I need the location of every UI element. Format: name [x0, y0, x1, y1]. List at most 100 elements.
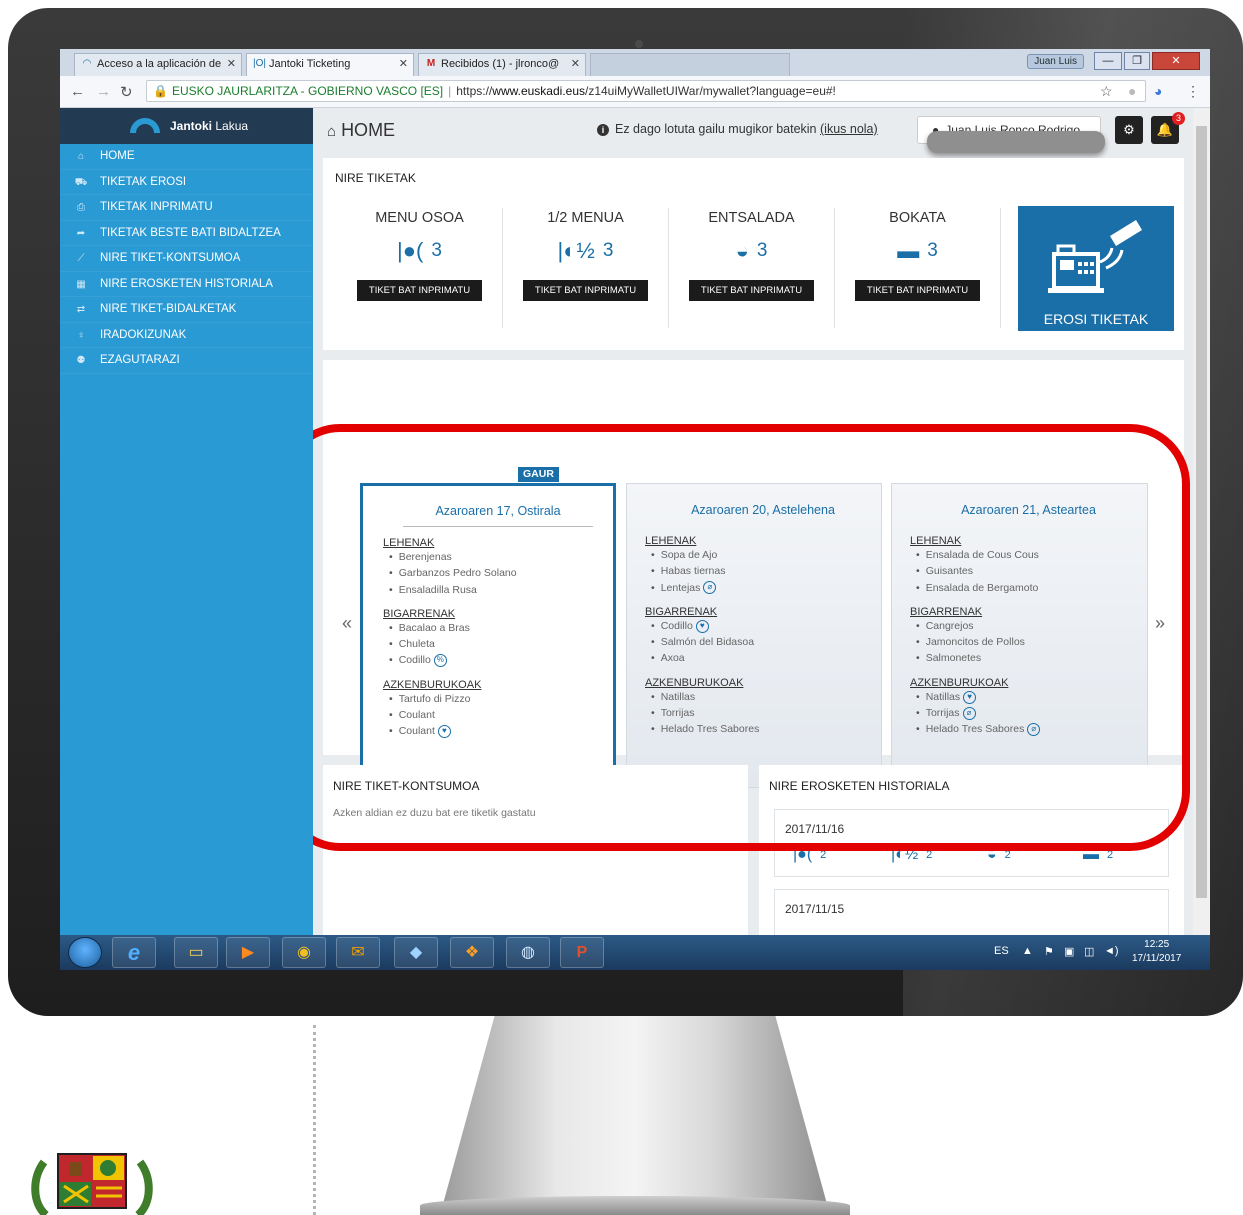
- url-host: www.euskadi.eus: [492, 84, 585, 98]
- bookmark-star-icon[interactable]: ☆: [1100, 83, 1113, 100]
- settings-button[interactable]: ⚙: [1115, 116, 1143, 144]
- outlook-icon[interactable]: ✉: [336, 937, 380, 968]
- file-explorer-icon[interactable]: ▭: [174, 937, 218, 968]
- purchase-history-panel: NIRE EROSKETEN HISTORIALA 2017/11/16 |●(…: [759, 765, 1184, 935]
- brand-bold: Jantoki: [170, 119, 213, 133]
- gmail-icon: M: [426, 58, 436, 69]
- sidebar-item-print-tickets[interactable]: ⎙ TIKETAK INPRIMATU: [60, 195, 313, 221]
- sidebar-item-suggestions[interactable]: ♀ IRADOKIZUNAK: [60, 323, 313, 348]
- percent-icon[interactable]: %: [433, 654, 447, 668]
- sidebar-brand[interactable]: Jantoki Lakua: [60, 108, 313, 144]
- sidebar-item-buy-tickets[interactable]: ⛟ TIKETAK EROSI: [60, 170, 313, 195]
- sidebar-item-invite[interactable]: ⚉ EZAGUTARAZI: [60, 348, 313, 374]
- course-heading: LEHENAK: [383, 537, 435, 549]
- maximize-button[interactable]: ❐: [1124, 52, 1150, 70]
- power-icon[interactable]: ▣: [1064, 945, 1074, 958]
- browser-tab[interactable]: ◠ Acceso a la aplicación de ✕: [74, 53, 242, 76]
- heart-icon[interactable]: ♥: [963, 690, 977, 704]
- taskbar-clock[interactable]: 12:25 17/11/2017: [1132, 938, 1181, 966]
- dish-item: • Natillas: [651, 690, 696, 703]
- browser-address-bar: ← → ↻ 🔒 EUSKO JAURLARITZA - GOBIERNO VASC…: [60, 76, 1210, 108]
- lightbulb-icon: ♀: [77, 329, 85, 341]
- close-icon[interactable]: ✕: [227, 54, 236, 75]
- dish-name: Bacalao a Bras: [398, 621, 470, 634]
- history-count: 2: [926, 848, 933, 861]
- close-window-button[interactable]: ✕: [1152, 52, 1200, 70]
- how-link[interactable]: (ikus nola): [820, 122, 878, 136]
- sidebar-item-home[interactable]: ⌂ HOME: [60, 144, 313, 170]
- dish-name: Chuleta: [398, 638, 435, 651]
- buy-tickets-label: EROSI TIKETAK: [1043, 311, 1149, 327]
- extension-icon[interactable]: ●: [1128, 83, 1136, 99]
- dish-item: • Habas tiernas: [651, 565, 726, 578]
- heart-icon[interactable]: ♥: [437, 725, 451, 739]
- blank-tab-icon: [597, 58, 609, 70]
- print-ticket-button[interactable]: TIKET BAT INPRIMATU: [688, 280, 815, 301]
- dish-name: Coulant: [398, 725, 435, 738]
- url-input[interactable]: 🔒 EUSKO JAURLARITZA - GOBIERNO VASCO [ES]…: [146, 80, 1146, 102]
- dish-item: • Salmonetes: [916, 652, 982, 665]
- browser-tab[interactable]: M Recibidos (1) - jlronco@ ✕: [418, 53, 586, 76]
- history-count: 2: [1004, 848, 1011, 861]
- dish-name: Cangrejos: [925, 619, 974, 632]
- history-count: 2: [1107, 848, 1114, 861]
- sidebar-item-ticket-transfers[interactable]: ⇄ NIRE TIKET-BIDALKETAK: [60, 297, 313, 323]
- page-scrollbar[interactable]: [1193, 108, 1210, 935]
- show-hidden-icons-icon[interactable]: ▲: [1022, 945, 1033, 957]
- history-count: 2: [820, 848, 827, 861]
- extension-globe-icon[interactable]: ◕: [1154, 83, 1162, 99]
- history-entry[interactable]: 2017/11/15: [774, 889, 1169, 935]
- sidebar-item-purchase-history[interactable]: ▦ NIRE EROSKETEN HISTORIALA: [60, 272, 313, 297]
- language-indicator[interactable]: ES: [994, 945, 1009, 957]
- network-icon[interactable]: ◫: [1084, 945, 1094, 958]
- notes-icon[interactable]: ◆: [394, 937, 438, 968]
- browser-tab-blurred[interactable]: [590, 53, 790, 76]
- reload-icon[interactable]: ↻: [120, 83, 133, 101]
- day-title: Azaroaren 20, Astelehena: [691, 503, 835, 517]
- forward-icon[interactable]: →: [96, 83, 111, 100]
- print-ticket-button[interactable]: TIKET BAT INPRIMATU: [522, 280, 649, 301]
- next-days-arrow-icon[interactable]: »: [1155, 613, 1165, 634]
- window-user-badge[interactable]: Juan Luis: [1027, 54, 1084, 69]
- day-card-today[interactable]: Azaroaren 17, Ostirala LEHENAK • Berenjen…: [360, 483, 616, 795]
- volume-icon[interactable]: ◄): [1104, 945, 1119, 957]
- leaf-icon[interactable]: ⌀: [962, 706, 976, 720]
- print-ticket-button[interactable]: TIKET BAT INPRIMATU: [356, 280, 483, 301]
- previous-days-arrow-icon[interactable]: «: [342, 613, 352, 634]
- day-card[interactable]: Azaroaren 21, Asteartea LEHENAK • Ensalad…: [891, 483, 1148, 788]
- tab-label: Recibidos (1) - jlronco@: [441, 58, 560, 70]
- browser-tab-active[interactable]: |O| Jantoki Ticketing ✕: [246, 53, 414, 76]
- day-card[interactable]: Azaroaren 20, Astelehena LEHENAK • Sopa d…: [626, 483, 882, 788]
- internet-explorer-icon[interactable]: e: [112, 937, 156, 968]
- heart-icon[interactable]: ♥: [695, 619, 709, 633]
- dish-name: Garbanzos Pedro Solano: [398, 567, 517, 580]
- minimize-button[interactable]: —: [1094, 52, 1122, 70]
- buy-tickets-button[interactable]: EROSI TIKETAK: [1018, 206, 1174, 331]
- chrome-icon[interactable]: ◉: [282, 937, 326, 968]
- leaf-icon[interactable]: ⌀: [1027, 723, 1041, 737]
- start-button[interactable]: [68, 937, 102, 968]
- media-player-icon[interactable]: ▶: [226, 937, 270, 968]
- sidebar-item-consumption[interactable]: ⟋ NIRE TIKET-KONTSUMOA: [60, 246, 313, 272]
- course-heading: LEHENAK: [910, 535, 962, 547]
- leaf-icon[interactable]: ⌀: [703, 581, 717, 595]
- history-entry[interactable]: 2017/11/16 |●(2 |◐½ 2 ◒ 2 ▬ 2: [774, 809, 1169, 877]
- dish-name: Torrijas: [925, 707, 960, 720]
- flag-icon[interactable]: ⚑: [1044, 945, 1054, 958]
- butterfly-app-icon[interactable]: ❖: [450, 937, 494, 968]
- dish-item: • Garbanzos Pedro Solano: [389, 567, 517, 580]
- close-icon[interactable]: ✕: [571, 54, 580, 75]
- scrollbar-thumb[interactable]: [1196, 126, 1207, 898]
- course-heading: AZKENBURUKOAK: [910, 676, 1009, 689]
- network-app-icon[interactable]: ◍: [506, 937, 550, 968]
- close-icon[interactable]: ✕: [399, 54, 408, 75]
- course-heading: LEHENAK: [645, 535, 697, 547]
- back-icon[interactable]: ←: [70, 83, 85, 100]
- menu-dots-icon[interactable]: ⋮: [1186, 83, 1200, 100]
- print-ticket-button[interactable]: TIKET BAT INPRIMATU: [854, 280, 981, 301]
- powerpoint-icon[interactable]: P: [560, 937, 604, 968]
- dish-name: Habas tiernas: [660, 565, 726, 578]
- day-title: Azaroaren 17, Ostirala: [403, 504, 593, 527]
- sidebar-item-send-tickets[interactable]: ➦ TIKETAK BESTE BATI BIDALTZEA: [60, 221, 313, 246]
- dish-item: • Salmón del Bidasoa: [651, 636, 755, 649]
